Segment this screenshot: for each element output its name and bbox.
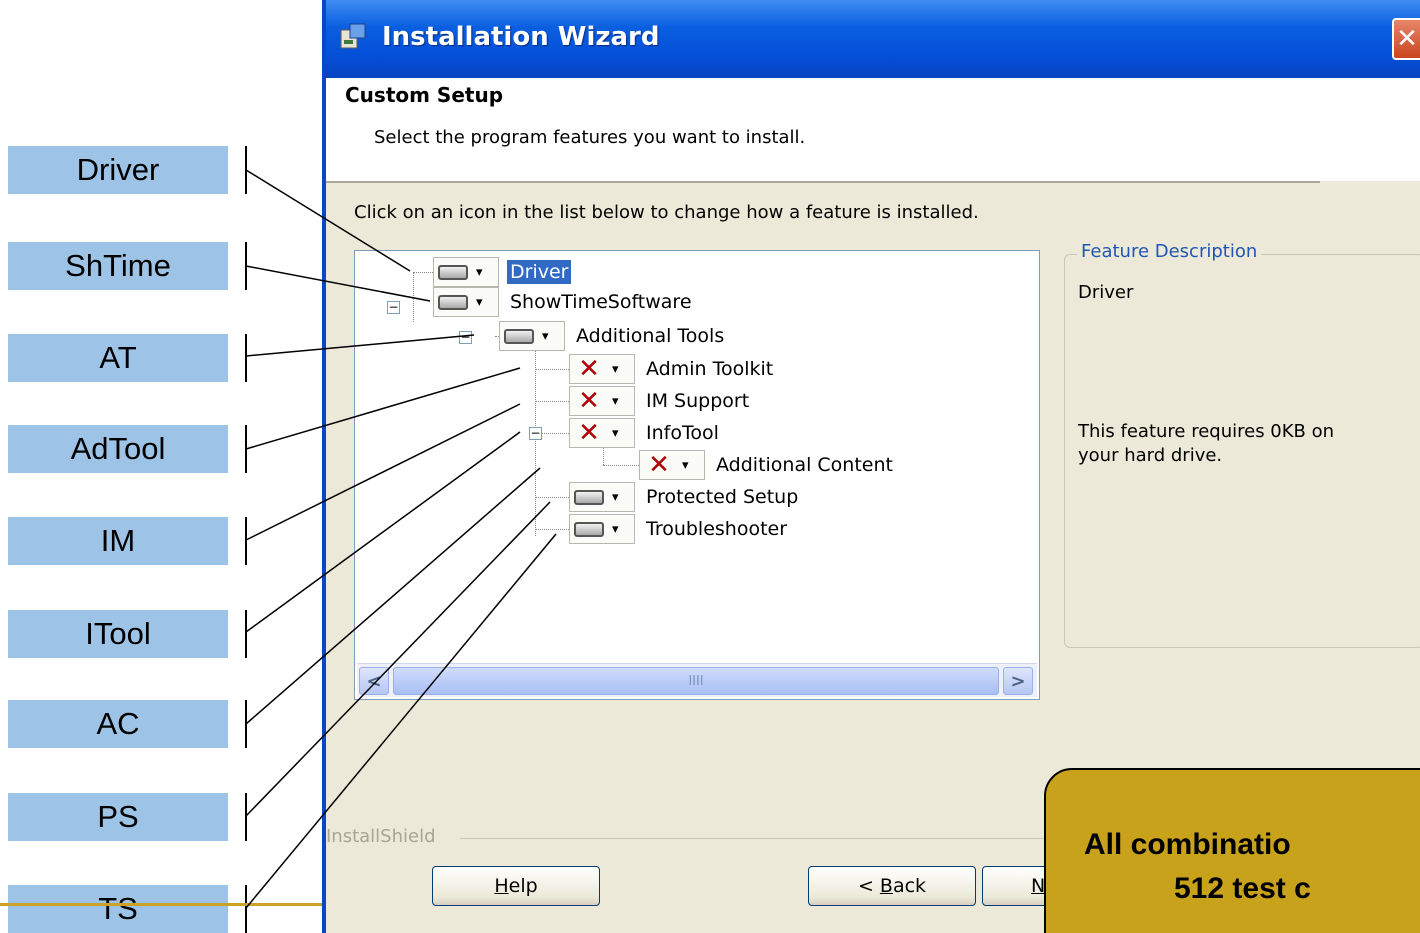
collapse-icon[interactable]: −	[529, 427, 542, 440]
dropdown-arrow-icon: ▾	[612, 489, 619, 505]
tree-item-additional-tools[interactable]: ▾ Additional Tools	[499, 321, 727, 351]
install-state-dropdown[interactable]: ✕ ▾	[639, 450, 705, 480]
tree-item-admin-toolkit[interactable]: ✕ ▾ Admin Toolkit	[569, 354, 776, 384]
unavailable-x-icon: ✕	[578, 386, 600, 416]
help-button-label: Help	[494, 875, 538, 897]
note-line-1: All combinatio	[1084, 828, 1291, 861]
install-state-dropdown[interactable]: ✕ ▾	[569, 418, 635, 448]
grip-icon: IIII	[688, 673, 704, 689]
back-button[interactable]: < Back	[808, 866, 976, 906]
tree-item-infotool[interactable]: ✕ ▾ InfoTool	[569, 418, 722, 448]
collapse-icon[interactable]: −	[459, 331, 472, 344]
callout-label-shtime: ShTime	[8, 242, 228, 290]
callout-label-ts: TS	[8, 885, 228, 933]
dropdown-arrow-icon: ▾	[612, 521, 619, 537]
bracket-tick	[245, 334, 247, 382]
dropdown-arrow-icon: ▾	[612, 425, 619, 441]
tree-item-label[interactable]: IM Support	[643, 389, 752, 413]
scroll-left-button[interactable]: <	[359, 667, 389, 695]
scrollbar-thumb[interactable]: IIII	[393, 667, 999, 695]
bracket-tick	[245, 517, 247, 565]
page-title: Custom Setup	[345, 83, 504, 107]
callout-label-ac: AC	[8, 700, 228, 748]
installshield-brand: InstallShield	[326, 826, 436, 847]
install-state-dropdown[interactable]: ✕ ▾	[569, 354, 635, 384]
close-button[interactable]: ✕	[1392, 18, 1420, 60]
scroll-right-button[interactable]: >	[1003, 667, 1033, 695]
tree-item-label[interactable]: Additional Content	[713, 453, 896, 477]
dropdown-arrow-icon: ▾	[682, 457, 689, 473]
callout-label-adtool: AdTool	[8, 425, 228, 473]
feature-size-requirement: This feature requires 0KB on your hard d…	[1078, 421, 1335, 466]
installer-icon	[340, 23, 366, 49]
install-state-dropdown[interactable]: ▾	[499, 321, 565, 351]
install-state-dropdown[interactable]: ▾	[433, 257, 499, 287]
tree-item-protected-setup[interactable]: ▾ Protected Setup	[569, 482, 801, 512]
title-bar[interactable]: Installation Wizard ✕	[326, 0, 1420, 78]
tree-item-label[interactable]: Admin Toolkit	[643, 357, 776, 381]
header-divider	[326, 181, 1320, 183]
feature-tree[interactable]: − − − ▾ Driver ▾ ShowTimeSoftware ▾ Addi…	[354, 250, 1040, 700]
install-state-dropdown[interactable]: ▾	[433, 287, 499, 317]
hard-drive-icon	[438, 294, 468, 310]
callout-label-driver: Driver	[8, 146, 228, 194]
unavailable-x-icon: ✕	[578, 418, 600, 448]
callout-label-im: IM	[8, 517, 228, 565]
hard-drive-icon	[438, 264, 468, 280]
bracket-tick	[245, 242, 247, 290]
summary-note: All combinatio 512 test c	[1044, 768, 1420, 933]
tree-item-additional-content[interactable]: ✕ ▾ Additional Content	[639, 450, 896, 480]
dropdown-arrow-icon: ▾	[542, 328, 549, 344]
tree-item-label[interactable]: InfoTool	[643, 421, 722, 445]
bracket-tick	[245, 146, 247, 194]
collapse-icon[interactable]: −	[387, 301, 400, 314]
unavailable-x-icon: ✕	[578, 354, 600, 384]
dropdown-arrow-icon: ▾	[612, 393, 619, 409]
footer-divider	[460, 838, 1060, 839]
tree-item-im-support[interactable]: ✕ ▾ IM Support	[569, 386, 752, 416]
dropdown-arrow-icon: ▾	[476, 264, 483, 280]
window-title: Installation Wizard	[382, 22, 660, 52]
chevron-right-icon: >	[1010, 670, 1026, 692]
tree-item-label[interactable]: Protected Setup	[643, 485, 801, 509]
hard-drive-icon	[574, 521, 604, 537]
horizontal-scrollbar[interactable]: < IIII >	[357, 663, 1037, 697]
callout-label-ps: PS	[8, 793, 228, 841]
close-icon: ✕	[1396, 24, 1418, 54]
feature-description-legend: Feature Description	[1077, 241, 1262, 262]
instruction-text: Click on an icon in the list below to ch…	[354, 202, 979, 223]
slide-footer-rule	[0, 903, 322, 906]
callout-label-itool: ITool	[8, 610, 228, 658]
note-line-2: 512 test c	[1174, 872, 1311, 905]
tree-item-label[interactable]: ShowTimeSoftware	[507, 290, 695, 314]
bracket-tick	[245, 425, 247, 473]
unavailable-x-icon: ✕	[648, 450, 670, 480]
tree-item-driver[interactable]: ▾ Driver	[433, 257, 572, 287]
feature-name: Driver	[1078, 282, 1134, 303]
tree-connector	[413, 272, 414, 322]
bracket-tick	[245, 610, 247, 658]
tree-item-troubleshooter[interactable]: ▾ Troubleshooter	[569, 514, 790, 544]
tree-item-label[interactable]: Troubleshooter	[643, 517, 790, 541]
hard-drive-icon	[504, 328, 534, 344]
tree-item-label[interactable]: Driver	[507, 260, 572, 284]
bracket-tick	[245, 793, 247, 841]
install-state-dropdown[interactable]: ▾	[569, 482, 635, 512]
install-state-dropdown[interactable]: ▾	[569, 514, 635, 544]
page-subtitle: Select the program features you want to …	[374, 127, 806, 148]
install-state-dropdown[interactable]: ✕ ▾	[569, 386, 635, 416]
bracket-tick	[245, 885, 247, 933]
chevron-left-icon: <	[366, 670, 382, 692]
dropdown-arrow-icon: ▾	[476, 294, 483, 310]
dropdown-arrow-icon: ▾	[612, 361, 619, 377]
help-button[interactable]: Help	[432, 866, 600, 906]
tree-item-label[interactable]: Additional Tools	[573, 324, 727, 348]
back-button-label: < Back	[857, 875, 927, 897]
tree-item-showtimesoftware[interactable]: ▾ ShowTimeSoftware	[433, 287, 695, 317]
callout-label-at: AT	[8, 334, 228, 382]
hard-drive-icon	[574, 489, 604, 505]
bracket-tick	[245, 700, 247, 748]
